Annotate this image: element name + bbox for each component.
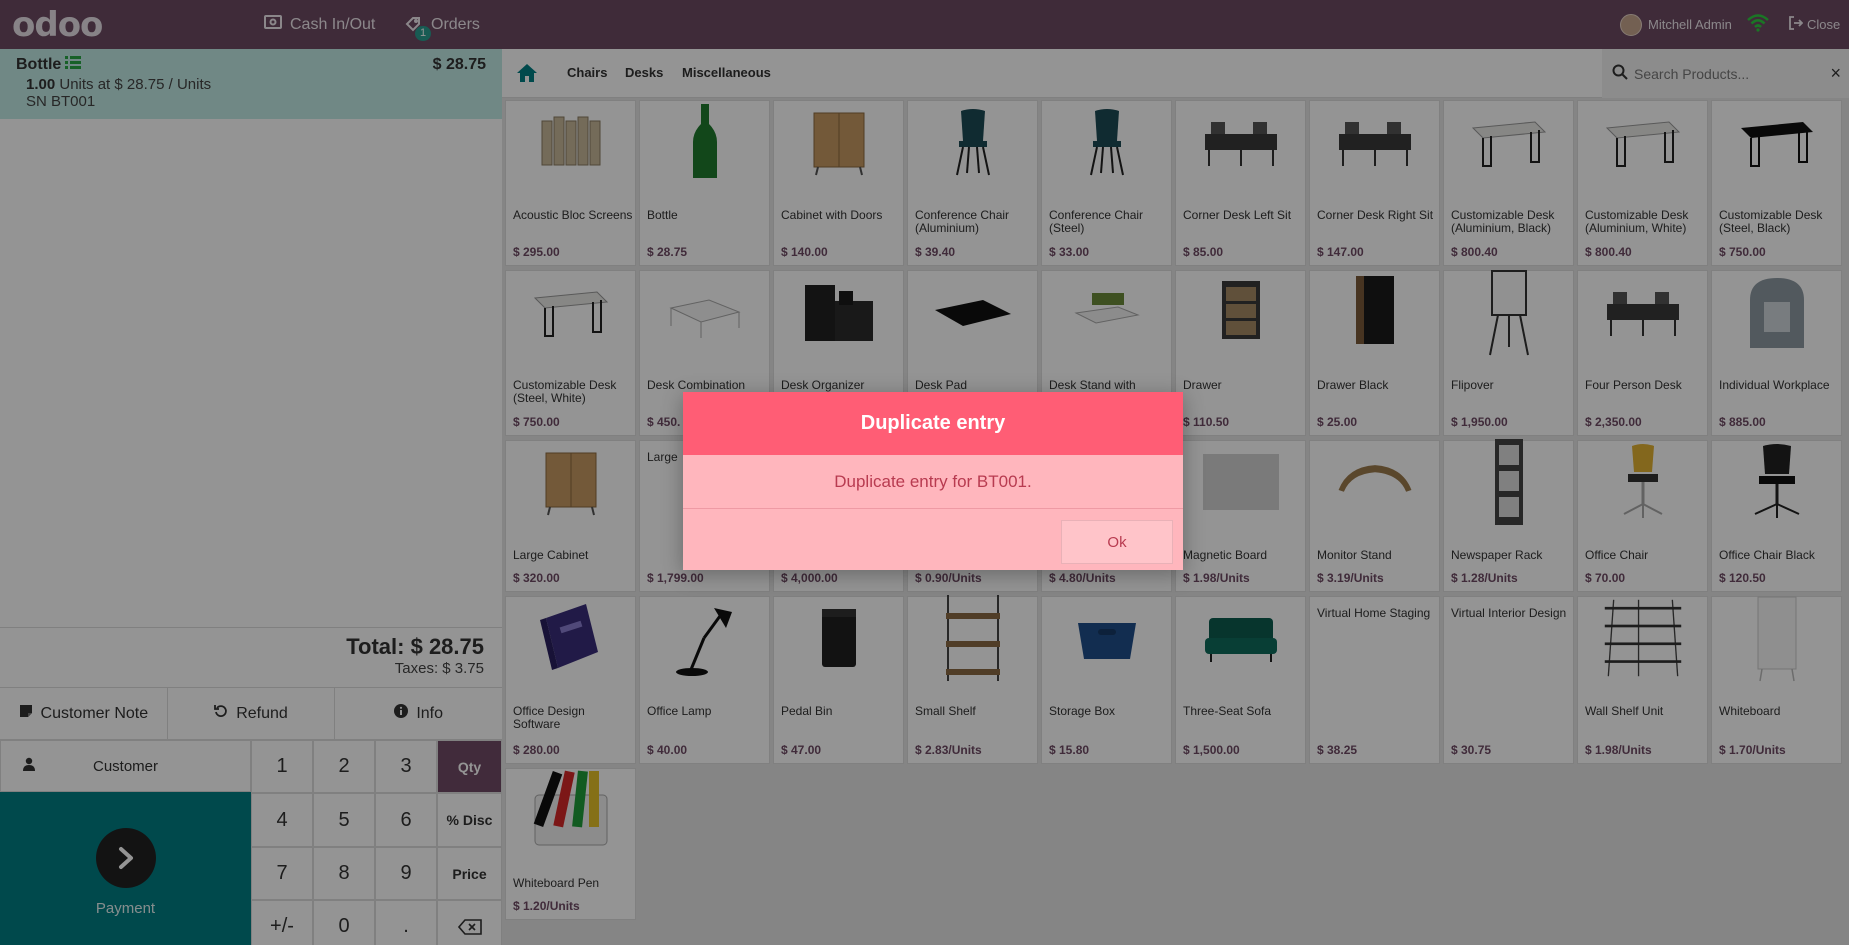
- error-dialog: Duplicate entry Duplicate entry for BT00…: [683, 392, 1183, 570]
- ok-button[interactable]: Ok: [1061, 520, 1173, 564]
- dialog-message: Duplicate entry for BT001.: [683, 455, 1183, 509]
- dialog-title: Duplicate entry: [683, 392, 1183, 455]
